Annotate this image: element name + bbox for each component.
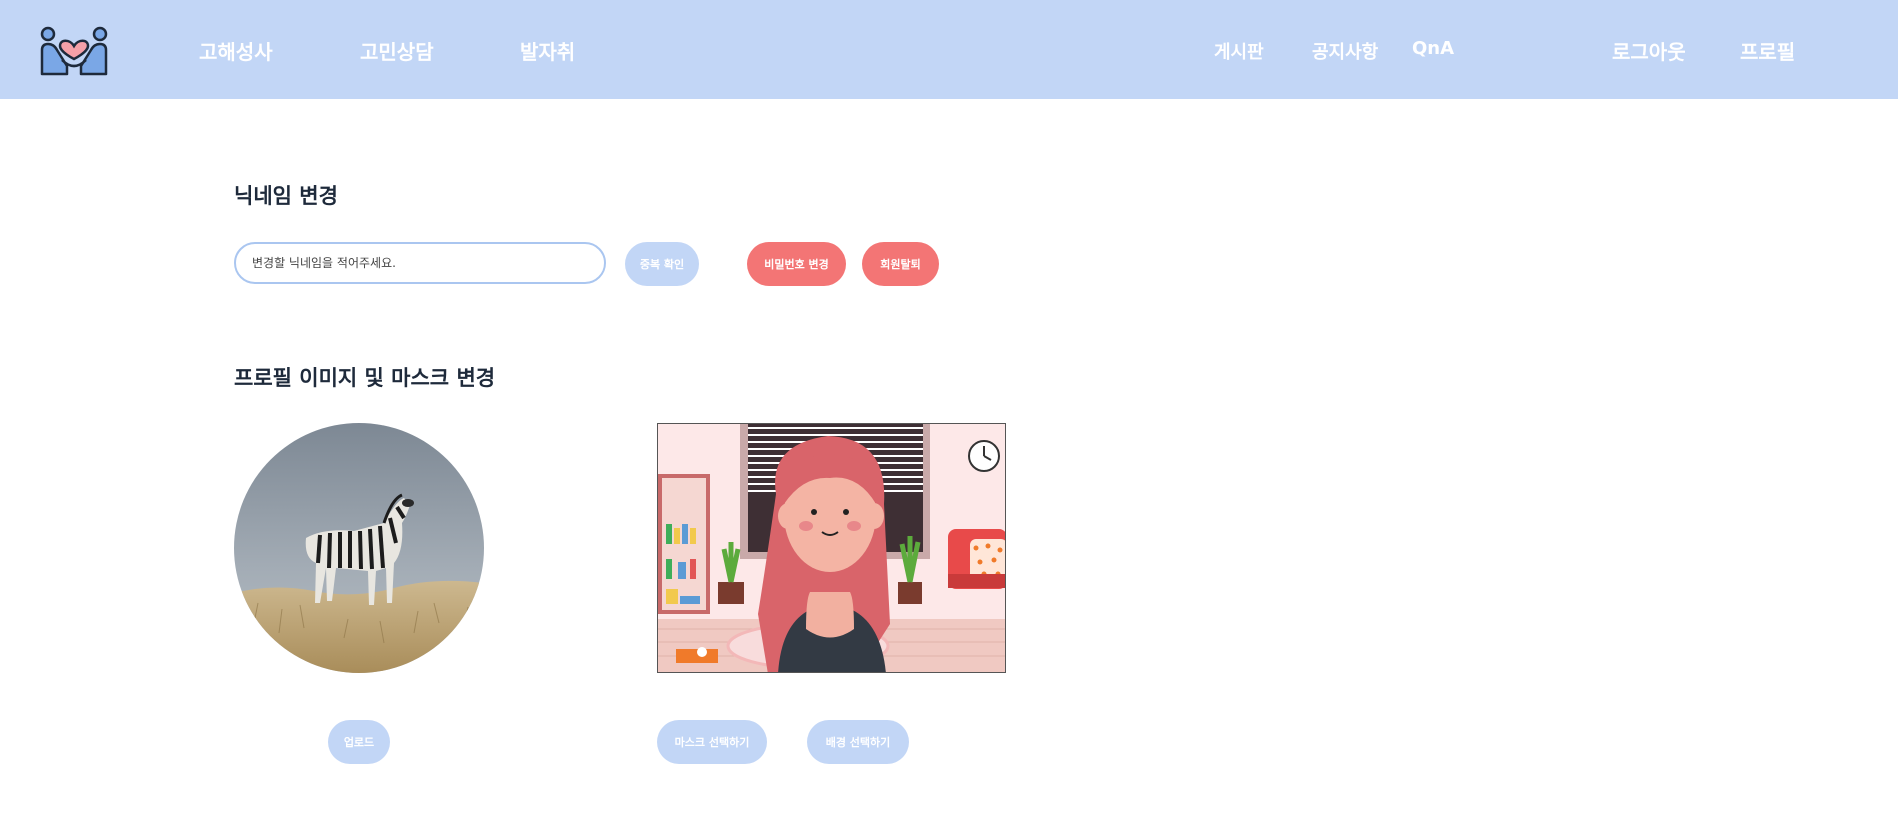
select-background-button[interactable]: 배경 선택하기 xyxy=(807,720,909,764)
upload-button[interactable]: 업로드 xyxy=(328,720,390,764)
nickname-input[interactable] xyxy=(234,242,606,284)
profile-image-avatar xyxy=(234,423,484,673)
nav-logout[interactable]: 로그아웃 xyxy=(1612,36,1686,65)
withdraw-button[interactable]: 회원탈퇴 xyxy=(862,242,939,286)
duplicate-check-button[interactable]: 중복 확인 xyxy=(625,242,699,286)
top-navigation-bar: 고해성사 고민상담 발자취 게시판 공지사항 QnA 로그아웃 프로필 xyxy=(0,0,1898,99)
nav-counseling[interactable]: 고민상담 xyxy=(360,36,434,65)
nav-qna[interactable]: QnA xyxy=(1412,38,1454,59)
nav-confession[interactable]: 고해성사 xyxy=(199,36,273,65)
nickname-section-title: 닉네임 변경 xyxy=(234,184,338,208)
select-mask-button[interactable]: 마스크 선택하기 xyxy=(657,720,767,764)
nav-footprints[interactable]: 발자취 xyxy=(520,36,575,65)
nav-board[interactable]: 게시판 xyxy=(1214,38,1264,64)
couple-heart-logo-icon[interactable] xyxy=(40,26,108,78)
profile-section-title: 프로필 이미지 및 마스크 변경 xyxy=(234,366,496,390)
background-mask-preview xyxy=(657,423,1006,673)
nav-profile[interactable]: 프로필 xyxy=(1740,36,1795,65)
nav-notice[interactable]: 공지사항 xyxy=(1312,38,1378,64)
change-password-button[interactable]: 비밀번호 변경 xyxy=(747,242,846,286)
